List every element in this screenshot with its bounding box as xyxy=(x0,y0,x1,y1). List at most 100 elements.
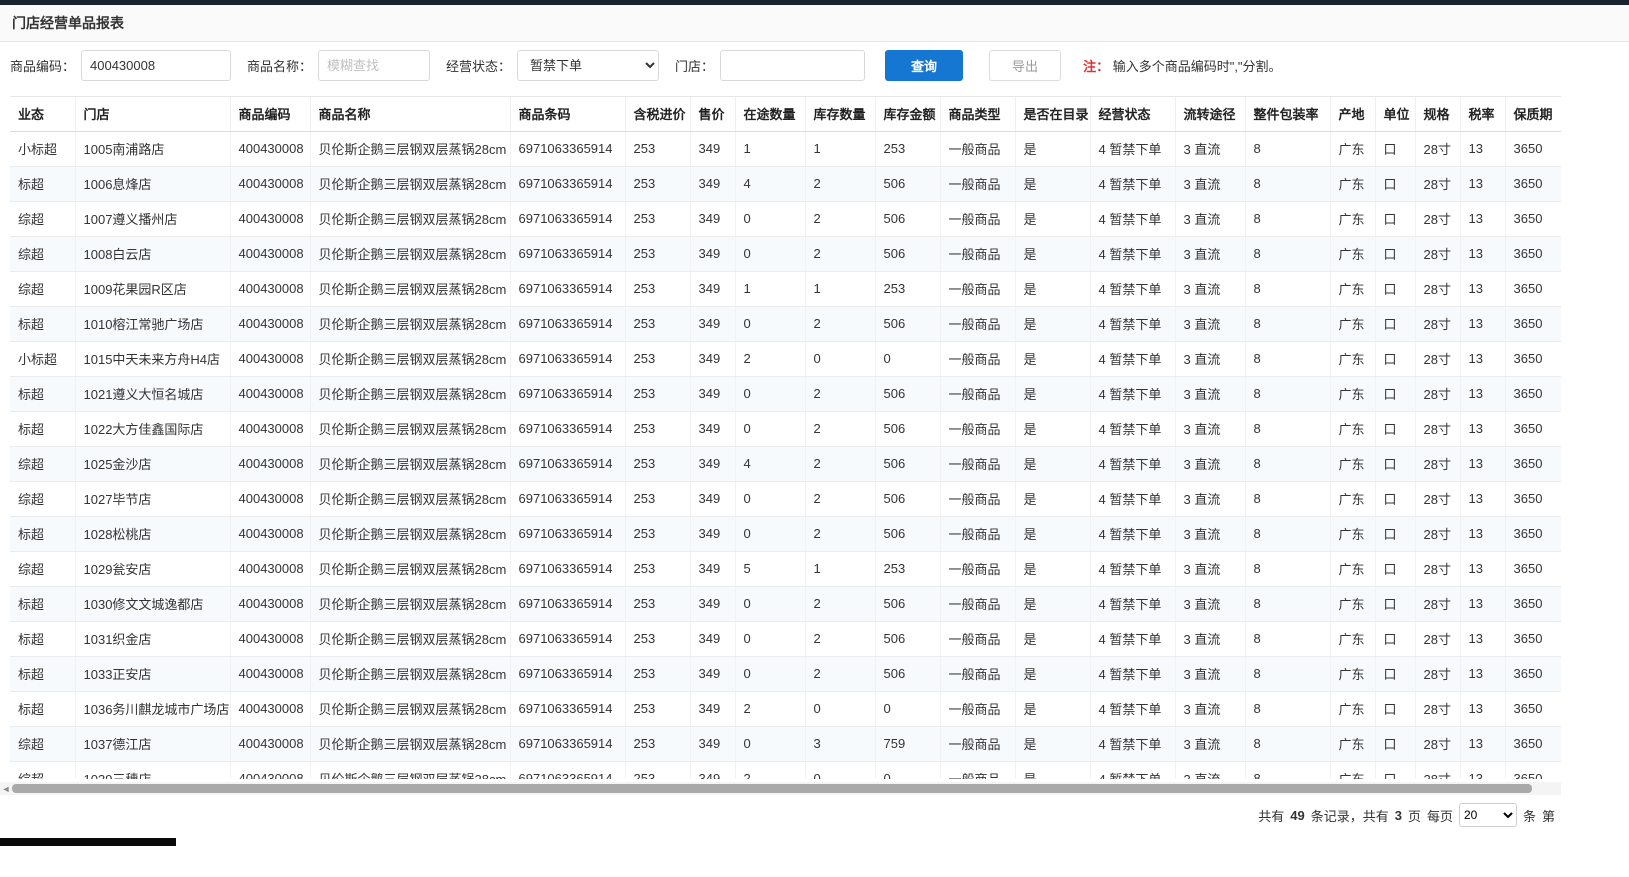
table-cell: 口 xyxy=(1375,586,1415,621)
horizontal-scrollbar[interactable]: ◄ xyxy=(0,782,1561,795)
table-cell: 3 xyxy=(805,726,875,761)
table-cell: 综超 xyxy=(10,271,75,306)
table-cell: 1029瓮安店 xyxy=(75,551,230,586)
table-cell: 349 xyxy=(690,656,735,691)
table-row: 标超1033正安店400430008贝伦斯企鹅三层钢双层蒸锅28cm697106… xyxy=(10,656,1561,691)
query-button[interactable]: 查询 xyxy=(885,50,963,81)
table-cell: 13 xyxy=(1460,481,1505,516)
table-cell: 0 xyxy=(735,236,805,271)
table-cell: 253 xyxy=(875,131,940,166)
table-cell: 13 xyxy=(1460,131,1505,166)
export-button[interactable]: 导出 xyxy=(989,50,1061,81)
column-header: 售价 xyxy=(690,97,735,131)
scrollbar-thumb[interactable] xyxy=(12,784,1532,793)
table-cell: 0 xyxy=(735,411,805,446)
record-summary-mid: 条记录，共有 xyxy=(1311,806,1389,825)
table-cell: 2 xyxy=(805,446,875,481)
table-cell: 400430008 xyxy=(230,551,310,586)
table-cell: 综超 xyxy=(10,236,75,271)
column-header: 流转途径 xyxy=(1175,97,1245,131)
table-cell: 253 xyxy=(625,306,690,341)
table-cell: 3 直流 xyxy=(1175,166,1245,201)
table-cell: 1009花果园R区店 xyxy=(75,271,230,306)
table-cell: 3 直流 xyxy=(1175,656,1245,691)
table-cell: 是 xyxy=(1015,166,1090,201)
table-cell: 口 xyxy=(1375,341,1415,376)
total-records: 49 xyxy=(1290,808,1304,823)
table-cell: 口 xyxy=(1375,516,1415,551)
table-cell: 6971063365914 xyxy=(510,656,625,691)
table-cell: 3 直流 xyxy=(1175,621,1245,656)
table-cell: 349 xyxy=(690,586,735,621)
table-cell: 广东 xyxy=(1330,656,1375,691)
table-cell: 13 xyxy=(1460,236,1505,271)
table-cell: 1015中天未来方舟H4店 xyxy=(75,341,230,376)
table-cell: 是 xyxy=(1015,236,1090,271)
table-cell: 8 xyxy=(1245,726,1330,761)
table-cell: 小标超 xyxy=(10,341,75,376)
scroll-left-arrow-icon[interactable]: ◄ xyxy=(0,782,12,795)
table-cell: 8 xyxy=(1245,341,1330,376)
store-input[interactable] xyxy=(720,50,865,81)
table-cell: 28寸 xyxy=(1415,411,1460,446)
table-cell: 标超 xyxy=(10,656,75,691)
table-cell: 1021遵义大恒名城店 xyxy=(75,376,230,411)
table-cell: 一般商品 xyxy=(940,621,1015,656)
table-cell: 4 暂禁下单 xyxy=(1090,691,1175,726)
table-cell: 3650 xyxy=(1505,201,1561,236)
table-cell: 8 xyxy=(1245,166,1330,201)
table-cell: 是 xyxy=(1015,691,1090,726)
table-row: 标超1036务川麒龙城市广场店400430008贝伦斯企鹅三层钢双层蒸锅28cm… xyxy=(10,691,1561,726)
table-cell: 349 xyxy=(690,306,735,341)
table-cell: 1031织金店 xyxy=(75,621,230,656)
table-cell: 400430008 xyxy=(230,656,310,691)
table-cell: 贝伦斯企鹅三层钢双层蒸锅28cm xyxy=(310,376,510,411)
table-cell: 8 xyxy=(1245,306,1330,341)
table-cell: 贝伦斯企鹅三层钢双层蒸锅28cm xyxy=(310,201,510,236)
table-cell: 2 xyxy=(735,761,805,779)
table-cell: 口 xyxy=(1375,621,1415,656)
table-cell: 506 xyxy=(875,481,940,516)
table-cell: 4 xyxy=(735,446,805,481)
per-page-select[interactable]: 20 xyxy=(1459,803,1517,827)
note-text: 输入多个商品编码时","分割。 xyxy=(1113,59,1282,74)
table-cell: 13 xyxy=(1460,306,1505,341)
table-cell: 2 xyxy=(805,201,875,236)
per-page-label: 每页 xyxy=(1427,806,1453,825)
column-header: 库存数量 xyxy=(805,97,875,131)
table-cell: 0 xyxy=(805,341,875,376)
table-row: 小标超1015中天未来方舟H4店400430008贝伦斯企鹅三层钢双层蒸锅28c… xyxy=(10,341,1561,376)
table-cell: 1 xyxy=(805,131,875,166)
table-cell: 349 xyxy=(690,341,735,376)
table-cell: 1022大方佳鑫国际店 xyxy=(75,411,230,446)
table-cell: 349 xyxy=(690,481,735,516)
table-cell: 广东 xyxy=(1330,271,1375,306)
status-select[interactable]: 暂禁下单 xyxy=(517,50,659,81)
table-cell: 6971063365914 xyxy=(510,691,625,726)
table-cell: 349 xyxy=(690,411,735,446)
table-row: 标超1021遵义大恒名城店400430008贝伦斯企鹅三层钢双层蒸锅28cm69… xyxy=(10,376,1561,411)
table-cell: 广东 xyxy=(1330,201,1375,236)
table-cell: 1037德江店 xyxy=(75,726,230,761)
record-summary-suffix: 页 xyxy=(1408,806,1421,825)
table-cell: 13 xyxy=(1460,376,1505,411)
product-name-input[interactable] xyxy=(318,50,430,81)
table-cell: 标超 xyxy=(10,166,75,201)
table-cell: 3650 xyxy=(1505,306,1561,341)
table-cell: 13 xyxy=(1460,341,1505,376)
table-cell: 标超 xyxy=(10,376,75,411)
table-cell: 400430008 xyxy=(230,236,310,271)
table-cell: 28寸 xyxy=(1415,306,1460,341)
table-cell: 2 xyxy=(805,306,875,341)
table-row: 标超1006息烽店400430008贝伦斯企鹅三层钢双层蒸锅28cm697106… xyxy=(10,166,1561,201)
table-cell: 28寸 xyxy=(1415,131,1460,166)
product-code-input[interactable] xyxy=(81,50,231,81)
table-cell: 400430008 xyxy=(230,446,310,481)
table-cell: 3 直流 xyxy=(1175,691,1245,726)
table-cell: 253 xyxy=(625,446,690,481)
table-cell: 2 xyxy=(805,376,875,411)
table-cell: 是 xyxy=(1015,551,1090,586)
table-cell: 2 xyxy=(805,166,875,201)
table-row: 综超1037德江店400430008贝伦斯企鹅三层钢双层蒸锅28cm697106… xyxy=(10,726,1561,761)
column-header: 经营状态 xyxy=(1090,97,1175,131)
